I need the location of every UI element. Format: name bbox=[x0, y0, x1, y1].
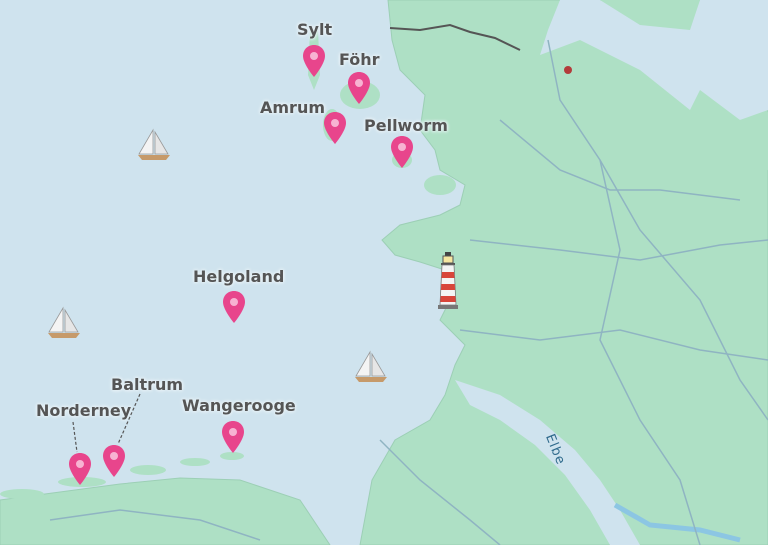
sailboat-icon bbox=[138, 128, 170, 160]
map-pin-icon[interactable] bbox=[302, 44, 326, 78]
sailboat-icon bbox=[48, 306, 80, 338]
east-frisian-4 bbox=[180, 458, 210, 466]
label-wangerooge: Wangerooge bbox=[182, 396, 296, 415]
nordstrand bbox=[424, 175, 456, 195]
label-pellworm: Pellworm bbox=[364, 116, 448, 135]
sailboat-icon bbox=[355, 350, 387, 382]
label-norderney: Norderney bbox=[36, 401, 132, 420]
label-fohr: Föhr bbox=[339, 50, 380, 69]
map-pin-icon[interactable] bbox=[68, 452, 92, 486]
location-dot-icon bbox=[564, 66, 572, 74]
map-pin-icon[interactable] bbox=[221, 420, 245, 454]
east-frisian-3 bbox=[130, 465, 166, 475]
map-pin-icon[interactable] bbox=[347, 71, 371, 105]
label-helgoland: Helgoland bbox=[193, 267, 285, 286]
east-frisian-1 bbox=[0, 489, 44, 499]
map-pin-icon[interactable] bbox=[102, 444, 126, 478]
label-amrum: Amrum bbox=[260, 98, 326, 117]
label-sylt: Sylt bbox=[297, 20, 333, 39]
map-pin-icon[interactable] bbox=[323, 111, 347, 145]
map-canvas[interactable]: Sylt Föhr Amrum Pellworm Helgoland Wange… bbox=[0, 0, 768, 545]
map-pin-icon[interactable] bbox=[390, 135, 414, 169]
lighthouse-icon bbox=[438, 252, 458, 309]
map-pin-icon[interactable] bbox=[222, 290, 246, 324]
label-baltrum: Baltrum bbox=[111, 375, 184, 394]
